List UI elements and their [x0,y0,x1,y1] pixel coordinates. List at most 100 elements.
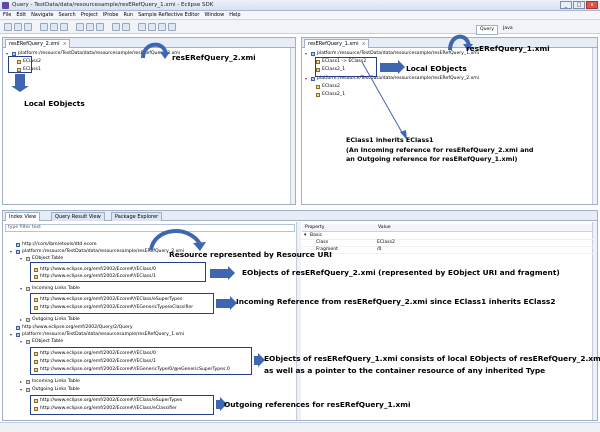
property-group-row[interactable]: ▾ Basic [301,233,593,240]
tree-row-label: Outgoing Links Table [32,317,80,322]
arrow-down-icon [11,74,29,92]
property-value: EClass2 [377,240,395,245]
tree-row[interactable]: http:///com/ibm/etools/dtd.ecore [16,242,97,247]
table-icon [26,387,30,392]
arrow-right-icon [216,296,237,310]
tree-row[interactable]: ▾ platform:/resource/TestData/data/resour… [10,332,184,337]
search-icon[interactable] [122,23,130,31]
property-group-label: Basic [310,233,323,238]
new-java-project-icon[interactable] [76,23,84,31]
menu-search[interactable]: Search [59,12,76,18]
eclipse-app-icon [2,2,9,9]
expand-icon[interactable]: ▾ [20,256,24,261]
curved-arrow-icon [141,42,170,59]
arrow-right-icon [216,397,227,411]
property-value: /0 [377,247,382,252]
new-icon[interactable] [4,23,12,31]
minimize-button[interactable]: _ [560,1,572,9]
highlight-box-incoming [30,293,214,314]
tree-row-label: EObject Table [32,256,64,261]
tree-item[interactable]: EClass2_1 [316,92,345,97]
previous-annotation-icon[interactable] [148,23,156,31]
highlight-box-outgoing [30,395,214,415]
property-row[interactable]: Fragment /0 [301,247,593,254]
table-icon [26,317,30,322]
external-tools-icon[interactable] [60,23,68,31]
next-annotation-icon[interactable] [138,23,146,31]
debug-icon[interactable] [40,23,48,31]
collapse-icon[interactable]: ▸ [20,379,24,384]
title-bar: Query - TestData/data/resourcesample/res… [0,0,600,11]
tree-row-label: Incoming Links Table [32,286,80,291]
resource-icon [311,51,315,56]
highlight-box-eobjects-res1 [30,347,252,375]
menu-sample-reflective-editor[interactable]: Sample Reflective Editor [138,12,199,18]
eclass-icon [316,92,320,97]
property-name: Class [316,240,329,245]
collapse-icon[interactable]: ▸ [20,317,24,322]
menu-navigate[interactable]: Navigate [31,12,53,18]
open-type-icon[interactable] [112,23,120,31]
tree-row[interactable]: ▾ EObject Table [20,256,63,261]
arrow-right-icon [210,266,235,280]
tab-resERefQuery-2[interactable]: resERefQuery_2.xmi x [5,39,71,48]
right-editor-scrollbar[interactable] [592,48,597,204]
back-icon[interactable] [158,23,166,31]
menu-iprobe[interactable]: IProbe [103,12,119,18]
tree-row[interactable]: ▾ Outgoing Links Table [20,387,80,392]
annotation-inherits-line2: (An Incoming reference for resERefQuery_… [346,146,534,154]
expand-icon[interactable]: ▾ [305,51,309,56]
expand-icon[interactable]: ▾ [20,339,24,344]
tree-row[interactable]: ▾ Incoming Links Table [20,286,80,291]
perspective-java[interactable]: Java [500,25,516,35]
print-icon[interactable] [24,23,32,31]
tab-index-view[interactable]: Index View [5,212,41,221]
tree-row[interactable]: http://www.eclipse.org/emf/2002/Query/2/… [16,325,133,330]
close-button[interactable]: x [586,1,598,9]
property-row[interactable]: Class EClass2 [301,240,593,247]
menu-file[interactable]: File [3,12,11,18]
menu-window[interactable]: Window [204,12,224,18]
left-editor-scrollbar[interactable] [290,48,295,204]
tree-row[interactable]: ▾ EObject Table [20,339,63,344]
run-icon[interactable] [50,23,58,31]
annotation-incoming-ref: Incoming Reference from resERefQuery_2.x… [236,297,556,306]
tab-label: resERefQuery_1.xmi [308,41,359,47]
expand-icon[interactable]: ▾ [10,332,14,337]
menu-help[interactable]: Help [229,12,240,18]
menu-edit[interactable]: Edit [16,12,26,18]
tab-resERefQuery-1[interactable]: resERefQuery_1.xmi x [304,39,370,48]
menu-run[interactable]: Run [123,12,133,18]
expand-icon[interactable]: ▾ [10,249,14,254]
perspective-switcher: Query Java [476,25,516,35]
expand-icon[interactable]: ▾ [305,76,309,81]
perspective-query[interactable]: Query [476,25,498,35]
new-package-icon[interactable] [86,23,94,31]
menu-project[interactable]: Project [81,12,98,18]
tab-package-explorer[interactable]: Package Explorer [111,212,163,221]
tree-item[interactable]: EClass2 [316,84,340,89]
maximize-button[interactable]: □ [573,1,585,9]
resource-icon [16,249,20,254]
tree-row[interactable]: ▸ Incoming Links Table [20,379,80,384]
left-editor-panel: resERefQuery_2.xmi x ▾ platform:/resourc… [2,37,296,205]
expand-icon[interactable]: ▾ [20,387,24,392]
save-icon[interactable] [14,23,22,31]
tree-row[interactable]: ▸ Outgoing Links Table [20,317,80,322]
tree-row-label: EObject Table [32,339,64,344]
curved-arrow-icon [149,229,206,251]
value-column-header[interactable]: Value [378,225,391,230]
tab-query-result-view[interactable]: Query Result View [51,212,105,221]
expand-icon[interactable]: ▾ [304,233,306,238]
bottom-tabstrip: Index View Query Result View Package Exp… [3,211,597,221]
forward-icon[interactable] [168,23,176,31]
annotation-res1-label: resERefQuery_1.xmi [466,44,550,53]
new-class-icon[interactable] [96,23,104,31]
package-icon [16,242,20,247]
tree-row-label: http:///com/ibm/etools/dtd.ecore [22,242,97,247]
tab-close-icon[interactable]: x [362,41,365,47]
property-column-header[interactable]: Property [305,225,324,230]
expand-icon[interactable]: ▾ [20,286,24,291]
table-icon [26,339,30,344]
tab-close-icon[interactable]: x [63,41,66,47]
